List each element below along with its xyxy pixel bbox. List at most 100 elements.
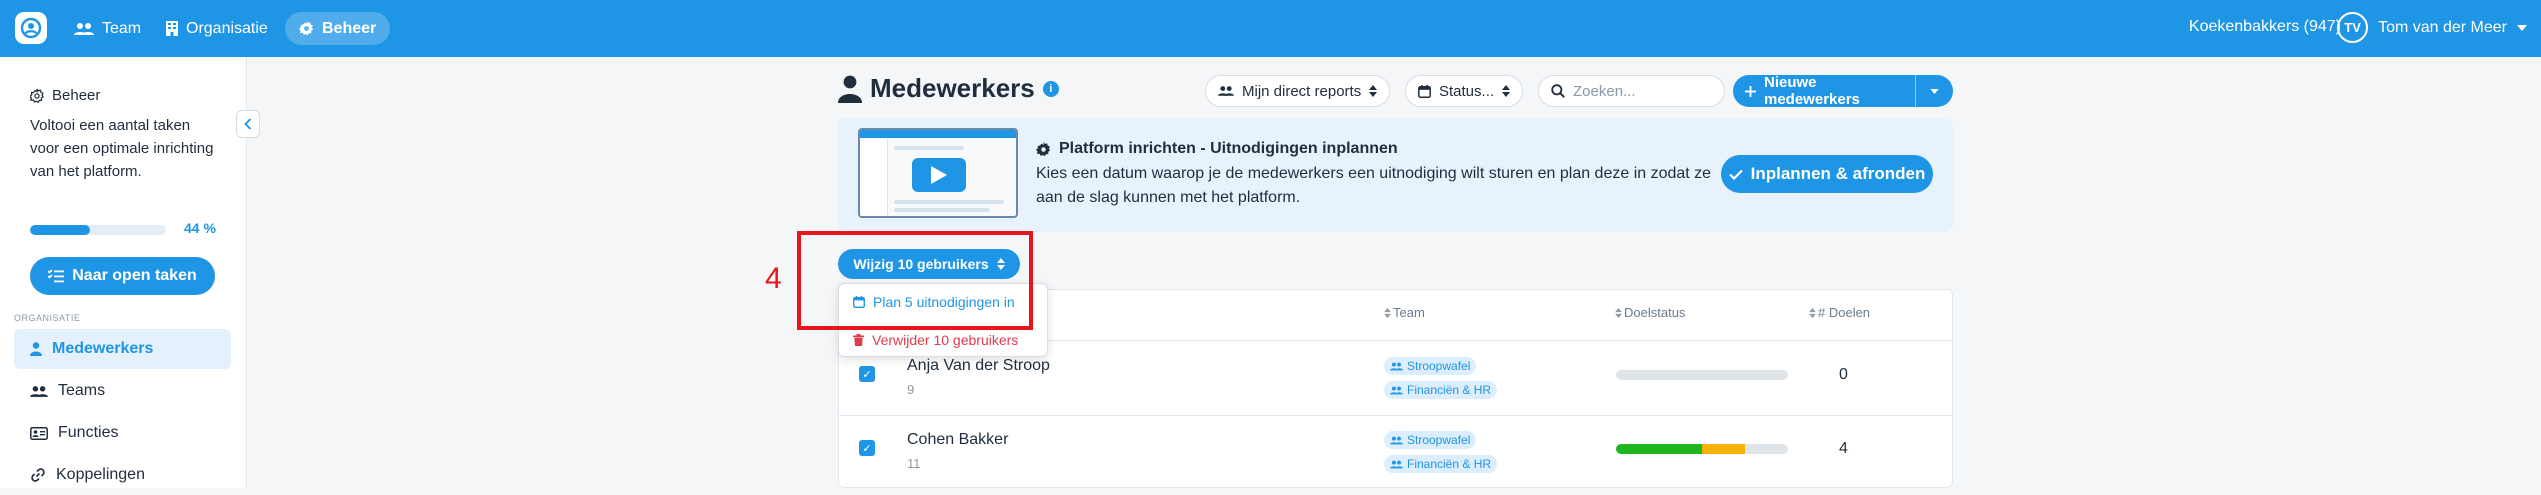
banner-title-text: Platform inrichten - Uitnodigingen inpla…	[1059, 140, 1398, 157]
search-icon	[1551, 84, 1565, 98]
organization-name[interactable]: Koekenbakkers (947)	[2189, 18, 2341, 36]
play-icon[interactable]	[912, 158, 966, 192]
person-icon	[30, 342, 42, 356]
team-badge-label: Stroopwafel	[1407, 433, 1471, 447]
team-badge[interactable]: Financiën & HR	[1384, 381, 1498, 399]
app-logo-icon[interactable]	[15, 12, 47, 44]
sidebar-item-koppelingen[interactable]: Koppelingen	[14, 455, 231, 495]
team-badge-label: Financiën & HR	[1407, 457, 1492, 471]
search-placeholder: Zoeken...	[1573, 82, 1636, 100]
new-employees-dropdown-toggle[interactable]	[1915, 75, 1953, 107]
users-icon	[74, 22, 94, 36]
nav-team[interactable]: Team	[60, 12, 155, 45]
user-name: Tom van der Meer	[2378, 18, 2507, 36]
gear-icon	[1036, 141, 1051, 157]
goals-count: 4	[1839, 440, 1848, 457]
sort-arrows-icon	[1502, 85, 1511, 97]
nav-organisatie[interactable]: Organisatie	[152, 12, 282, 45]
avatar: TV	[2337, 12, 2369, 43]
annotation-step-number: 4	[765, 262, 782, 295]
employee-name[interactable]: Cohen Bakker	[907, 431, 1008, 449]
collapse-sidebar-button[interactable]	[236, 110, 260, 138]
employee-name[interactable]: Anja Van der Stroop	[907, 357, 1050, 375]
top-navigation-bar: Team Organisatie Beheer Koekenbakkers (9…	[0, 0, 2541, 57]
banner-title: Platform inrichten - Uitnodigingen inpla…	[1036, 140, 1398, 158]
calendar-icon	[1418, 84, 1431, 98]
building-icon	[166, 21, 178, 36]
direct-reports-label: Mijn direct reports	[1242, 82, 1362, 100]
nav-beheer[interactable]: Beheer	[285, 12, 391, 45]
video-thumbnail[interactable]	[858, 128, 1018, 218]
task-list-icon	[48, 269, 65, 283]
goal-status-green	[1616, 444, 1702, 454]
goal-status-bar	[1616, 370, 1788, 380]
column-header-label: Team	[1393, 305, 1425, 320]
user-menu[interactable]: TV Tom van der Meer	[2337, 12, 2527, 43]
setup-progress-label: 44 %	[184, 220, 216, 236]
column-header-team[interactable]: Team	[1384, 305, 1425, 320]
divider	[839, 415, 1952, 416]
status-filter-label: Status...	[1439, 82, 1495, 100]
setup-progress-fill	[30, 225, 90, 235]
sidebar-heading: Beheer	[30, 87, 100, 104]
check-icon	[1728, 169, 1743, 180]
nav-team-label: Team	[102, 19, 142, 37]
sidebar-item-label: Functies	[58, 424, 119, 441]
nav-beheer-label: Beheer	[322, 19, 377, 37]
goal-status-orange	[1702, 444, 1745, 454]
schedule-and-finish-label: Inplannen & afronden	[1750, 164, 1926, 183]
row-checkbox[interactable]: ✓	[859, 440, 875, 456]
person-icon	[838, 75, 862, 103]
status-filter[interactable]: Status...	[1405, 75, 1524, 107]
sort-arrows-icon	[1384, 307, 1391, 318]
thumbnail-line	[894, 208, 990, 212]
info-icon[interactable]: i	[1042, 80, 1059, 97]
column-header-label: # Doelen	[1818, 305, 1871, 320]
open-tasks-button[interactable]: Naar open taken	[30, 257, 215, 295]
users-icon	[1218, 85, 1234, 97]
plus-icon	[1745, 85, 1756, 97]
thumbnail-topbar	[860, 130, 1016, 138]
team-badge-label: Financiën & HR	[1407, 383, 1492, 397]
thumbnail-sidebar	[860, 138, 888, 216]
column-header-doelen[interactable]: # Doelen	[1809, 305, 1870, 320]
sort-arrows-icon	[1615, 307, 1622, 318]
users-icon	[1390, 386, 1403, 395]
employee-sub: 9	[907, 382, 915, 397]
column-header-doelstatus[interactable]: Doelstatus	[1615, 305, 1685, 320]
chevron-left-icon	[244, 118, 252, 130]
menu-item-delete-users[interactable]: Verwijder 10 gebruikers	[853, 332, 1018, 348]
row-checkbox[interactable]: ✓	[859, 366, 875, 382]
setup-progress-bar	[30, 225, 166, 235]
page-title: Medewerkers i	[838, 73, 1059, 104]
sidebar-item-medewerkers[interactable]: Medewerkers	[14, 329, 231, 369]
new-employees-button[interactable]: Nieuwe medewerkers	[1733, 75, 1915, 107]
users-icon	[30, 385, 48, 398]
direct-reports-filter[interactable]: Mijn direct reports	[1205, 75, 1391, 107]
team-badge[interactable]: Stroopwafel	[1384, 357, 1477, 375]
nav-organisatie-label: Organisatie	[186, 19, 268, 37]
users-icon	[1390, 460, 1403, 469]
goal-status-bar	[1616, 444, 1788, 454]
sort-arrows-icon	[1809, 307, 1816, 318]
goals-count: 0	[1839, 366, 1848, 383]
link-icon	[30, 467, 46, 483]
id-card-icon	[30, 426, 48, 440]
gear-icon	[30, 88, 44, 103]
team-badge[interactable]: Stroopwafel	[1384, 431, 1477, 449]
team-badge[interactable]: Financiën & HR	[1384, 455, 1498, 473]
employee-sub: 11	[907, 456, 921, 471]
sidebar-section-label: ORGANISATIE	[14, 313, 81, 323]
search-input[interactable]: Zoeken...	[1538, 75, 1725, 107]
sidebar-description: Voltooi een aantal taken voor een optima…	[30, 117, 214, 180]
sidebar-heading-label: Beheer	[52, 87, 101, 104]
sidebar: Beheer Voltooi een aantal taken voor een…	[0, 57, 247, 488]
open-tasks-label: Naar open taken	[72, 267, 197, 284]
column-header-label: Doelstatus	[1624, 305, 1686, 320]
sidebar-item-teams[interactable]: Teams	[14, 371, 231, 411]
page-title-text: Medewerkers	[870, 73, 1035, 103]
setup-banner: Platform inrichten - Uitnodigingen inpla…	[838, 118, 1953, 232]
sidebar-item-functies[interactable]: Functies	[14, 413, 231, 453]
sidebar-item-label: Koppelingen	[56, 466, 145, 483]
schedule-and-finish-button[interactable]: Inplannen & afronden	[1721, 155, 1933, 193]
